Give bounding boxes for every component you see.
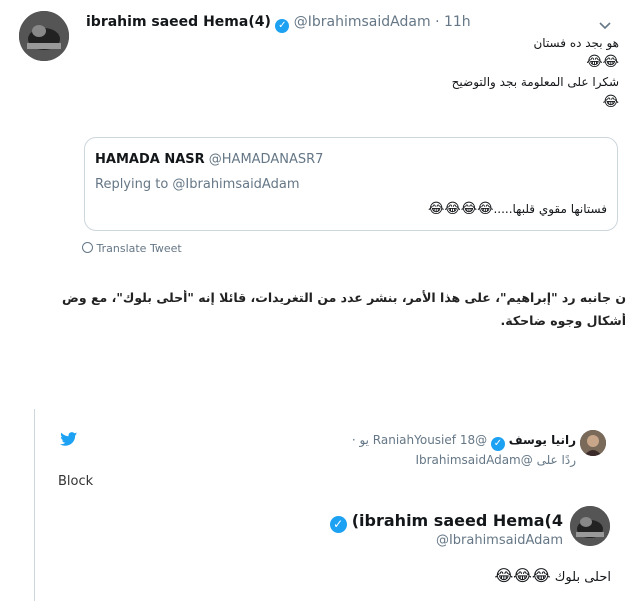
- author-name[interactable]: ibrahim saeed Hema(4): [86, 14, 271, 30]
- main-author-name[interactable]: (ibrahim saeed Hema(4: [352, 511, 563, 530]
- avatar[interactable]: [570, 506, 610, 546]
- main-tweet-header: ✓ (ibrahim saeed Hema(4: [329, 511, 563, 533]
- chevron-down-icon[interactable]: [598, 16, 612, 30]
- reply-header: رانيا يوسف ✓ @RaniahYousief 18 يو ·: [352, 433, 576, 451]
- emoji-laugh-icon: 😂😂😂😂: [428, 201, 494, 217]
- quoted-text: فستانها مقوي قلبها.....: [493, 202, 607, 216]
- author-handle[interactable]: @IbrahimsaidAdam: [294, 14, 431, 30]
- verified-icon: ✓: [329, 516, 347, 533]
- emoji-laugh-icon: 😂😂: [586, 54, 619, 70]
- globe-icon: [82, 242, 93, 253]
- avatar-photo-icon: [580, 430, 606, 456]
- quoted-tweet[interactable]: HAMADA NASR @HAMADANASR7 Replying to @Ib…: [84, 137, 618, 231]
- avatar-photo-icon: [19, 11, 69, 61]
- replying-to[interactable]: ردًا على @IbrahimsaidAdam: [415, 453, 576, 467]
- tweet-header: ibrahim saeed Hema(4) ✓ @IbrahimsaidAdam…: [86, 14, 471, 33]
- verified-icon: ✓: [490, 437, 505, 451]
- quoted-tweet-header: HAMADA NASR @HAMADANASR7: [95, 152, 323, 167]
- emoji-laugh-icon: 😂😂😂: [494, 566, 551, 585]
- quoted-author-name[interactable]: HAMADA NASR: [95, 152, 205, 167]
- block-label: Block: [58, 474, 94, 489]
- main-author-handle[interactable]: @IbrahimsaidAdam: [436, 533, 563, 548]
- replying-to[interactable]: Replying to @IbrahimsaidAdam: [95, 177, 299, 192]
- emoji-laugh-icon: 😂: [602, 94, 619, 110]
- main-tweet-text: احلى بلوك 😂😂😂: [494, 566, 611, 585]
- avatar[interactable]: [19, 11, 69, 61]
- twitter-bird-icon[interactable]: [60, 432, 78, 447]
- translate-tweet[interactable]: Translate Tweet: [82, 242, 182, 255]
- avatar-photo-icon: [570, 506, 610, 546]
- article-line-1: ن جانبه رد "إبراهيم"، على هذا الأمر، بنش…: [62, 290, 626, 305]
- tweet-time[interactable]: · 11h: [435, 14, 471, 30]
- tweet-text-line-2: شكرا على المعلومة بجد والتوضيح: [451, 75, 619, 89]
- quoted-tweet-text: فستانها مقوي قلبها.....😂😂😂😂: [428, 201, 607, 217]
- quoted-author-handle[interactable]: @HAMADANASR7: [209, 152, 324, 167]
- avatar[interactable]: [580, 430, 606, 456]
- verified-icon: ✓: [275, 19, 290, 33]
- tweet-text-line-1: هو بجد ده فستان: [533, 36, 619, 50]
- main-text: احلى بلوك: [554, 570, 611, 585]
- translate-label[interactable]: Translate Tweet: [97, 242, 182, 255]
- reply-author-name[interactable]: رانيا يوسف: [509, 433, 576, 447]
- article-line-2: أشكال وجوه ضاحكة.: [500, 313, 626, 328]
